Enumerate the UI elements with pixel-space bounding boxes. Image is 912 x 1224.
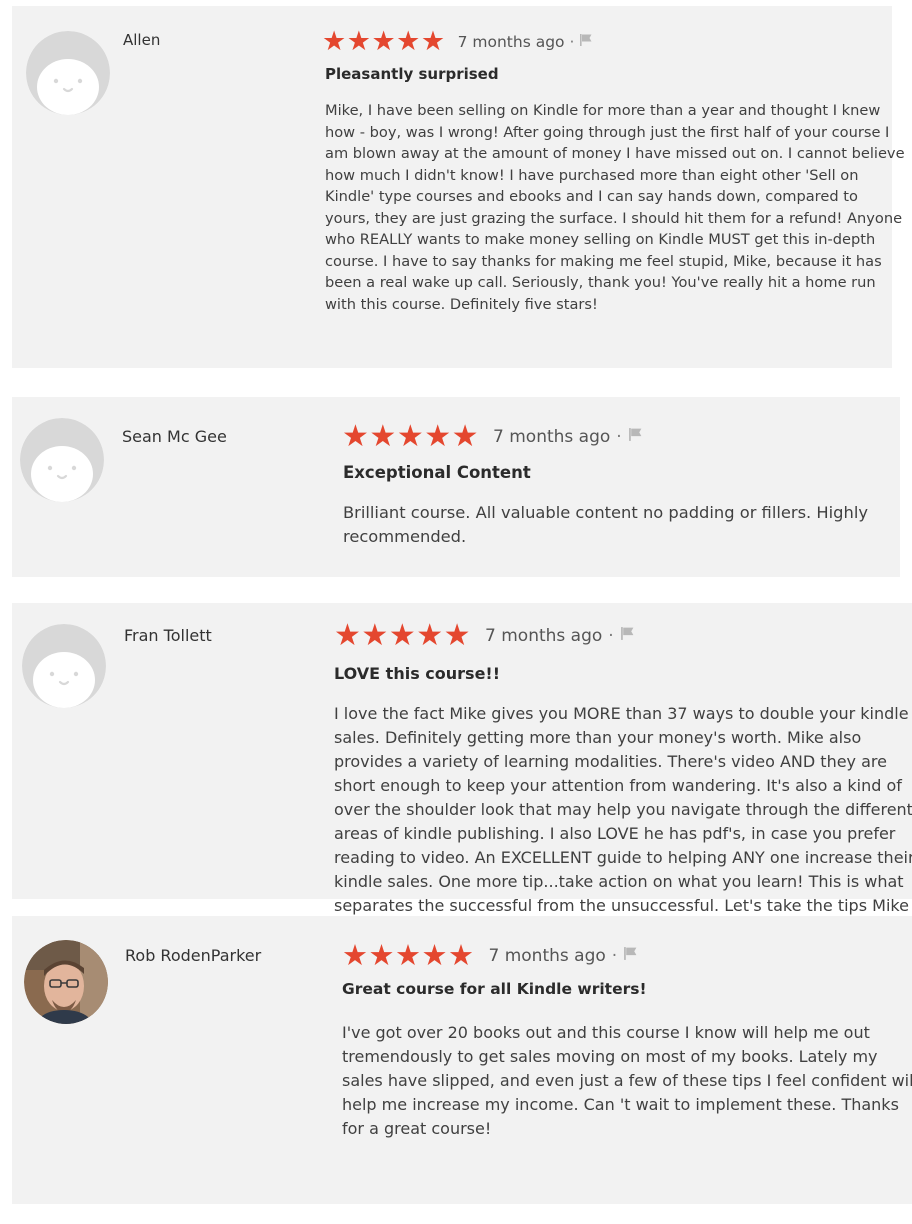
review-body: I love the fact Mike gives you MORE than… bbox=[334, 704, 912, 939]
separator-dot: · bbox=[569, 32, 575, 51]
star-icon: ★ bbox=[416, 618, 444, 653]
review-card: Allen ★ ★ ★ ★ ★ 7 months ago · Pleasantl… bbox=[12, 6, 905, 368]
review-body: Mike, I have been selling on Kindle for … bbox=[325, 102, 905, 313]
review-body: Brilliant course. All valuable content n… bbox=[343, 503, 868, 546]
review-meta: ★ ★ ★ ★ ★ 7 months ago · bbox=[342, 941, 638, 970]
star-icon: ★ bbox=[322, 26, 347, 57]
star-icon: ★ bbox=[396, 26, 421, 57]
review-card: Sean Mc Gee ★ ★ ★ ★ ★ 7 months ago · Exc… bbox=[12, 397, 900, 577]
star-rating: ★ ★ ★ ★ ★ bbox=[322, 28, 446, 55]
review-card: Rob RodenParker ★ ★ ★ ★ ★ 7 months ago ·… bbox=[12, 916, 912, 1204]
star-icon: ★ bbox=[396, 419, 424, 454]
avatar-default-face-icon[interactable] bbox=[26, 31, 110, 115]
star-icon: ★ bbox=[420, 26, 446, 57]
review-time: 7 months ago bbox=[485, 626, 603, 646]
review-time: 7 months ago bbox=[488, 945, 606, 966]
star-icon: ★ bbox=[346, 26, 371, 57]
star-icon: ★ bbox=[448, 938, 474, 972]
review-title: Exceptional Content bbox=[343, 463, 531, 482]
review-time: 7 months ago bbox=[493, 427, 611, 447]
flag-icon[interactable] bbox=[623, 946, 638, 966]
star-icon: ★ bbox=[388, 618, 416, 653]
reviewer-name[interactable]: Fran Tollett bbox=[124, 626, 212, 645]
star-icon: ★ bbox=[342, 938, 368, 972]
separator-dot: · bbox=[608, 626, 614, 646]
avatar-default-face-icon[interactable] bbox=[20, 418, 104, 502]
star-icon: ★ bbox=[424, 419, 452, 454]
star-icon: ★ bbox=[361, 618, 389, 653]
avatar-default-face-icon[interactable] bbox=[22, 624, 106, 708]
star-icon: ★ bbox=[395, 938, 421, 972]
flag-icon[interactable] bbox=[579, 33, 593, 51]
review-body: I've got over 20 books out and this cour… bbox=[342, 1023, 912, 1138]
star-icon: ★ bbox=[371, 26, 396, 57]
review-meta: ★ ★ ★ ★ ★ 7 months ago · bbox=[342, 422, 643, 452]
flag-icon[interactable] bbox=[628, 427, 643, 447]
flag-icon[interactable] bbox=[620, 626, 635, 646]
star-icon: ★ bbox=[342, 419, 369, 454]
reviewer-name[interactable]: Allen bbox=[123, 31, 160, 49]
star-icon: ★ bbox=[334, 618, 361, 653]
review-title: Great course for all Kindle writers! bbox=[342, 980, 647, 998]
reviewer-name[interactable]: Sean Mc Gee bbox=[122, 427, 227, 446]
star-icon: ★ bbox=[421, 938, 448, 972]
star-icon: ★ bbox=[443, 618, 471, 653]
separator-dot: · bbox=[616, 427, 622, 447]
star-icon: ★ bbox=[368, 938, 395, 972]
star-rating: ★ ★ ★ ★ ★ bbox=[342, 941, 475, 970]
reviewer-name[interactable]: Rob RodenParker bbox=[125, 946, 261, 965]
star-icon: ★ bbox=[369, 419, 397, 454]
star-rating: ★ ★ ★ ★ ★ bbox=[334, 621, 471, 651]
review-time: 7 months ago bbox=[457, 32, 565, 51]
star-rating: ★ ★ ★ ★ ★ bbox=[342, 422, 479, 452]
review-title: Pleasantly surprised bbox=[325, 65, 499, 83]
review-meta: ★ ★ ★ ★ ★ 7 months ago · bbox=[322, 28, 593, 55]
star-icon: ★ bbox=[451, 419, 479, 454]
avatar-user-photo-icon[interactable] bbox=[24, 940, 108, 1024]
review-card: Fran Tollett ★ ★ ★ ★ ★ 7 months ago · LO… bbox=[12, 603, 912, 939]
review-meta: ★ ★ ★ ★ ★ 7 months ago · bbox=[334, 621, 635, 651]
separator-dot: · bbox=[611, 945, 618, 966]
review-title: LOVE this course!! bbox=[334, 664, 501, 683]
